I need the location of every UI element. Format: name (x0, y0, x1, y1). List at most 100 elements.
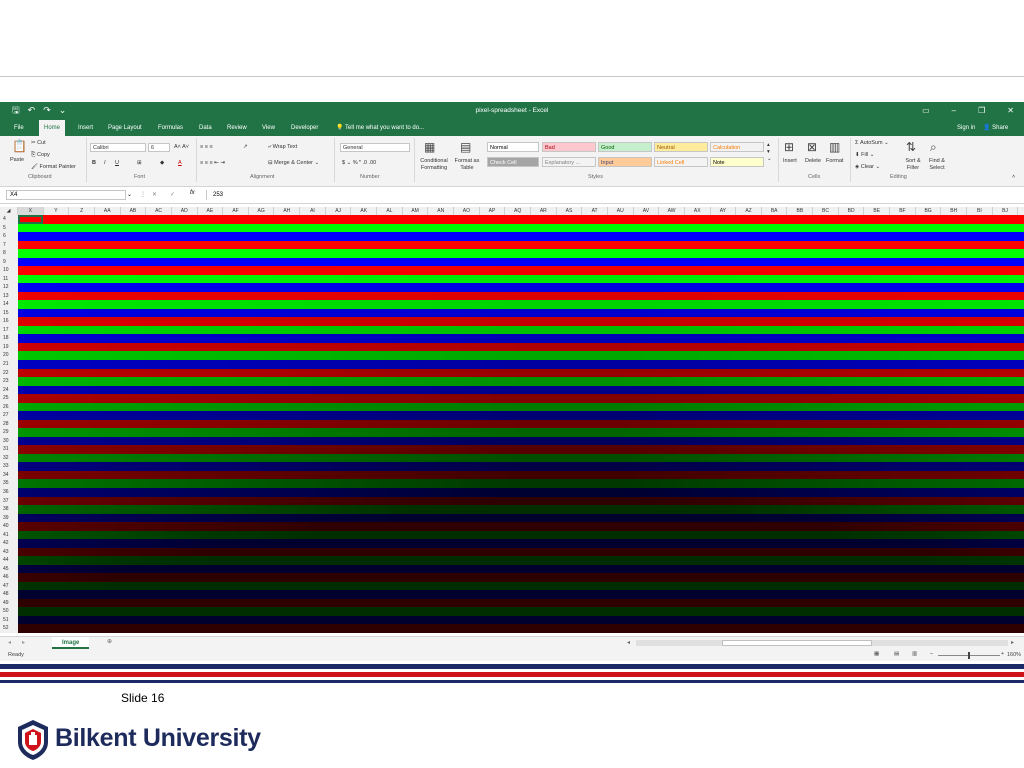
font-grow-shrink-icon[interactable]: A˄ A˅ (174, 144, 189, 151)
row-header[interactable]: 28 (0, 420, 18, 429)
column-header[interactable]: BC (813, 207, 839, 215)
column-header[interactable]: AH (275, 207, 301, 215)
row-header[interactable]: 51 (0, 616, 18, 625)
column-header[interactable]: Y (44, 207, 70, 215)
row-header[interactable]: 44 (0, 556, 18, 565)
conditional-formatting-button[interactable]: Conditional Formatting (416, 158, 452, 172)
cell-style-8[interactable]: Linked Cell (654, 157, 708, 167)
conditional-formatting-icon[interactable]: ▦ (424, 140, 435, 154)
column-header[interactable]: BG (916, 207, 942, 215)
row-header[interactable]: 25 (0, 394, 18, 403)
row-header[interactable]: 43 (0, 548, 18, 557)
column-header[interactable]: AN (428, 207, 455, 215)
row-header[interactable]: 27 (0, 411, 18, 420)
row-header[interactable]: 46 (0, 573, 18, 582)
sort-filter-icon[interactable]: ⇅ (906, 140, 916, 154)
font-name-box[interactable]: Calibri (90, 143, 146, 152)
sheet-nav-left-icon[interactable]: ◂ (8, 639, 11, 646)
column-header[interactable]: AT (582, 207, 608, 215)
select-all-corner[interactable]: ◢ (0, 207, 18, 215)
column-header[interactable]: AC (146, 207, 172, 215)
page-break-view-icon[interactable]: ▥ (912, 651, 917, 657)
row-header[interactable]: 32 (0, 454, 18, 463)
row-header[interactable]: 7 (0, 241, 18, 250)
fill-color-icon[interactable]: ◆ (160, 160, 164, 167)
zoom-slider-thumb[interactable] (968, 652, 970, 659)
column-header[interactable]: X (18, 207, 44, 215)
format-painter-button[interactable]: 🖌 Format Painter (31, 164, 76, 171)
fill-button[interactable]: ⬇ Fill ⌄ (855, 152, 874, 159)
wrap-text-button[interactable]: ⤶ Wrap Text (268, 144, 297, 151)
horizontal-scroll-thumb[interactable] (722, 640, 872, 646)
horizontal-scrollbar[interactable] (636, 640, 1008, 646)
column-header[interactable]: AQ (505, 207, 531, 215)
tab-review[interactable]: Review (222, 120, 252, 136)
formula-input[interactable]: 253 (206, 190, 1023, 200)
cell-style-5[interactable]: Check Cell (487, 157, 539, 167)
cell-style-6[interactable]: Explanatory ... (542, 157, 596, 167)
row-header[interactable]: 22 (0, 369, 18, 378)
insert-cells-button[interactable]: Insert (783, 158, 797, 165)
column-header[interactable]: BB (788, 207, 814, 215)
row-header[interactable]: 45 (0, 565, 18, 574)
cut-button[interactable]: ✂ Cut (31, 140, 46, 147)
format-cells-button[interactable]: Format (826, 158, 843, 165)
tab-developer[interactable]: Developer (286, 120, 323, 136)
row-header[interactable]: 14 (0, 300, 18, 309)
row-header[interactable]: 8 (0, 249, 18, 258)
row-header[interactable]: 33 (0, 462, 18, 471)
delete-cells-button[interactable]: Delete (805, 158, 821, 165)
formula-more-icon[interactable]: ⋮ (140, 191, 146, 198)
row-header[interactable]: 16 (0, 317, 18, 326)
row-header[interactable]: 11 (0, 275, 18, 284)
row-header[interactable]: 5 (0, 224, 18, 233)
align-top-icons[interactable]: ≡ ≡ ≡ (200, 144, 213, 151)
row-header[interactable]: 26 (0, 403, 18, 412)
column-header[interactable]: AS (557, 207, 583, 215)
column-header[interactable]: AD (172, 207, 198, 215)
row-header[interactable]: 35 (0, 479, 18, 488)
column-header[interactable]: AE (198, 207, 224, 215)
column-header[interactable]: BI (967, 207, 993, 215)
tab-insert[interactable]: Insert (73, 120, 98, 136)
format-as-table-button[interactable]: Format as Table (452, 158, 482, 172)
row-header[interactable]: 29 (0, 428, 18, 437)
row-header[interactable]: 12 (0, 283, 18, 292)
zoom-in-icon[interactable]: + (1001, 651, 1004, 657)
row-header[interactable]: 13 (0, 292, 18, 301)
row-header[interactable]: 6 (0, 232, 18, 241)
tab-data[interactable]: Data (194, 120, 217, 136)
bold-button[interactable]: B (92, 160, 96, 167)
sheet-tab-image[interactable]: Image (52, 637, 90, 649)
hscroll-right-icon[interactable]: ▸ (1011, 639, 1014, 646)
find-select-button[interactable]: Find & Select (924, 158, 950, 172)
tab-home[interactable]: Home (39, 120, 66, 136)
row-header[interactable]: 40 (0, 522, 18, 531)
sheet-nav-right-icon[interactable]: ▸ (22, 639, 25, 646)
number-format-icons[interactable]: $ ⌄ % ❜ .0 .00 (342, 160, 376, 167)
hscroll-left-icon[interactable]: ◂ (627, 639, 630, 646)
column-header[interactable]: AL (377, 207, 403, 215)
zoom-out-icon[interactable]: – (930, 651, 933, 657)
tab-page-layout[interactable]: Page Layout (103, 120, 147, 136)
share-button[interactable]: 👤 Share (983, 120, 1008, 136)
orientation-icon[interactable]: ↗ (243, 144, 248, 151)
cell-style-0[interactable]: Normal (487, 142, 539, 152)
name-box-dropdown-icon[interactable]: ⌄ (127, 191, 132, 198)
number-format-box[interactable]: General (340, 143, 410, 152)
row-header[interactable]: 19 (0, 343, 18, 352)
column-header[interactable]: BD (839, 207, 865, 215)
collapse-ribbon-icon[interactable]: ˄ (1012, 174, 1015, 181)
column-header[interactable]: AM (403, 207, 429, 215)
row-header[interactable]: 48 (0, 590, 18, 599)
merge-center-button[interactable]: ⊟ Merge & Center ⌄ (268, 160, 319, 167)
column-header[interactable]: Z (69, 207, 95, 215)
cell-style-9[interactable]: Note (710, 157, 764, 167)
column-header[interactable]: AJ (326, 207, 352, 215)
row-header[interactable]: 36 (0, 488, 18, 497)
cell-style-4[interactable]: Calculation (710, 142, 764, 152)
paste-button[interactable]: Paste (10, 157, 24, 164)
column-header[interactable]: AB (121, 207, 147, 215)
column-header[interactable]: AZ (736, 207, 762, 215)
row-header[interactable]: 41 (0, 531, 18, 540)
